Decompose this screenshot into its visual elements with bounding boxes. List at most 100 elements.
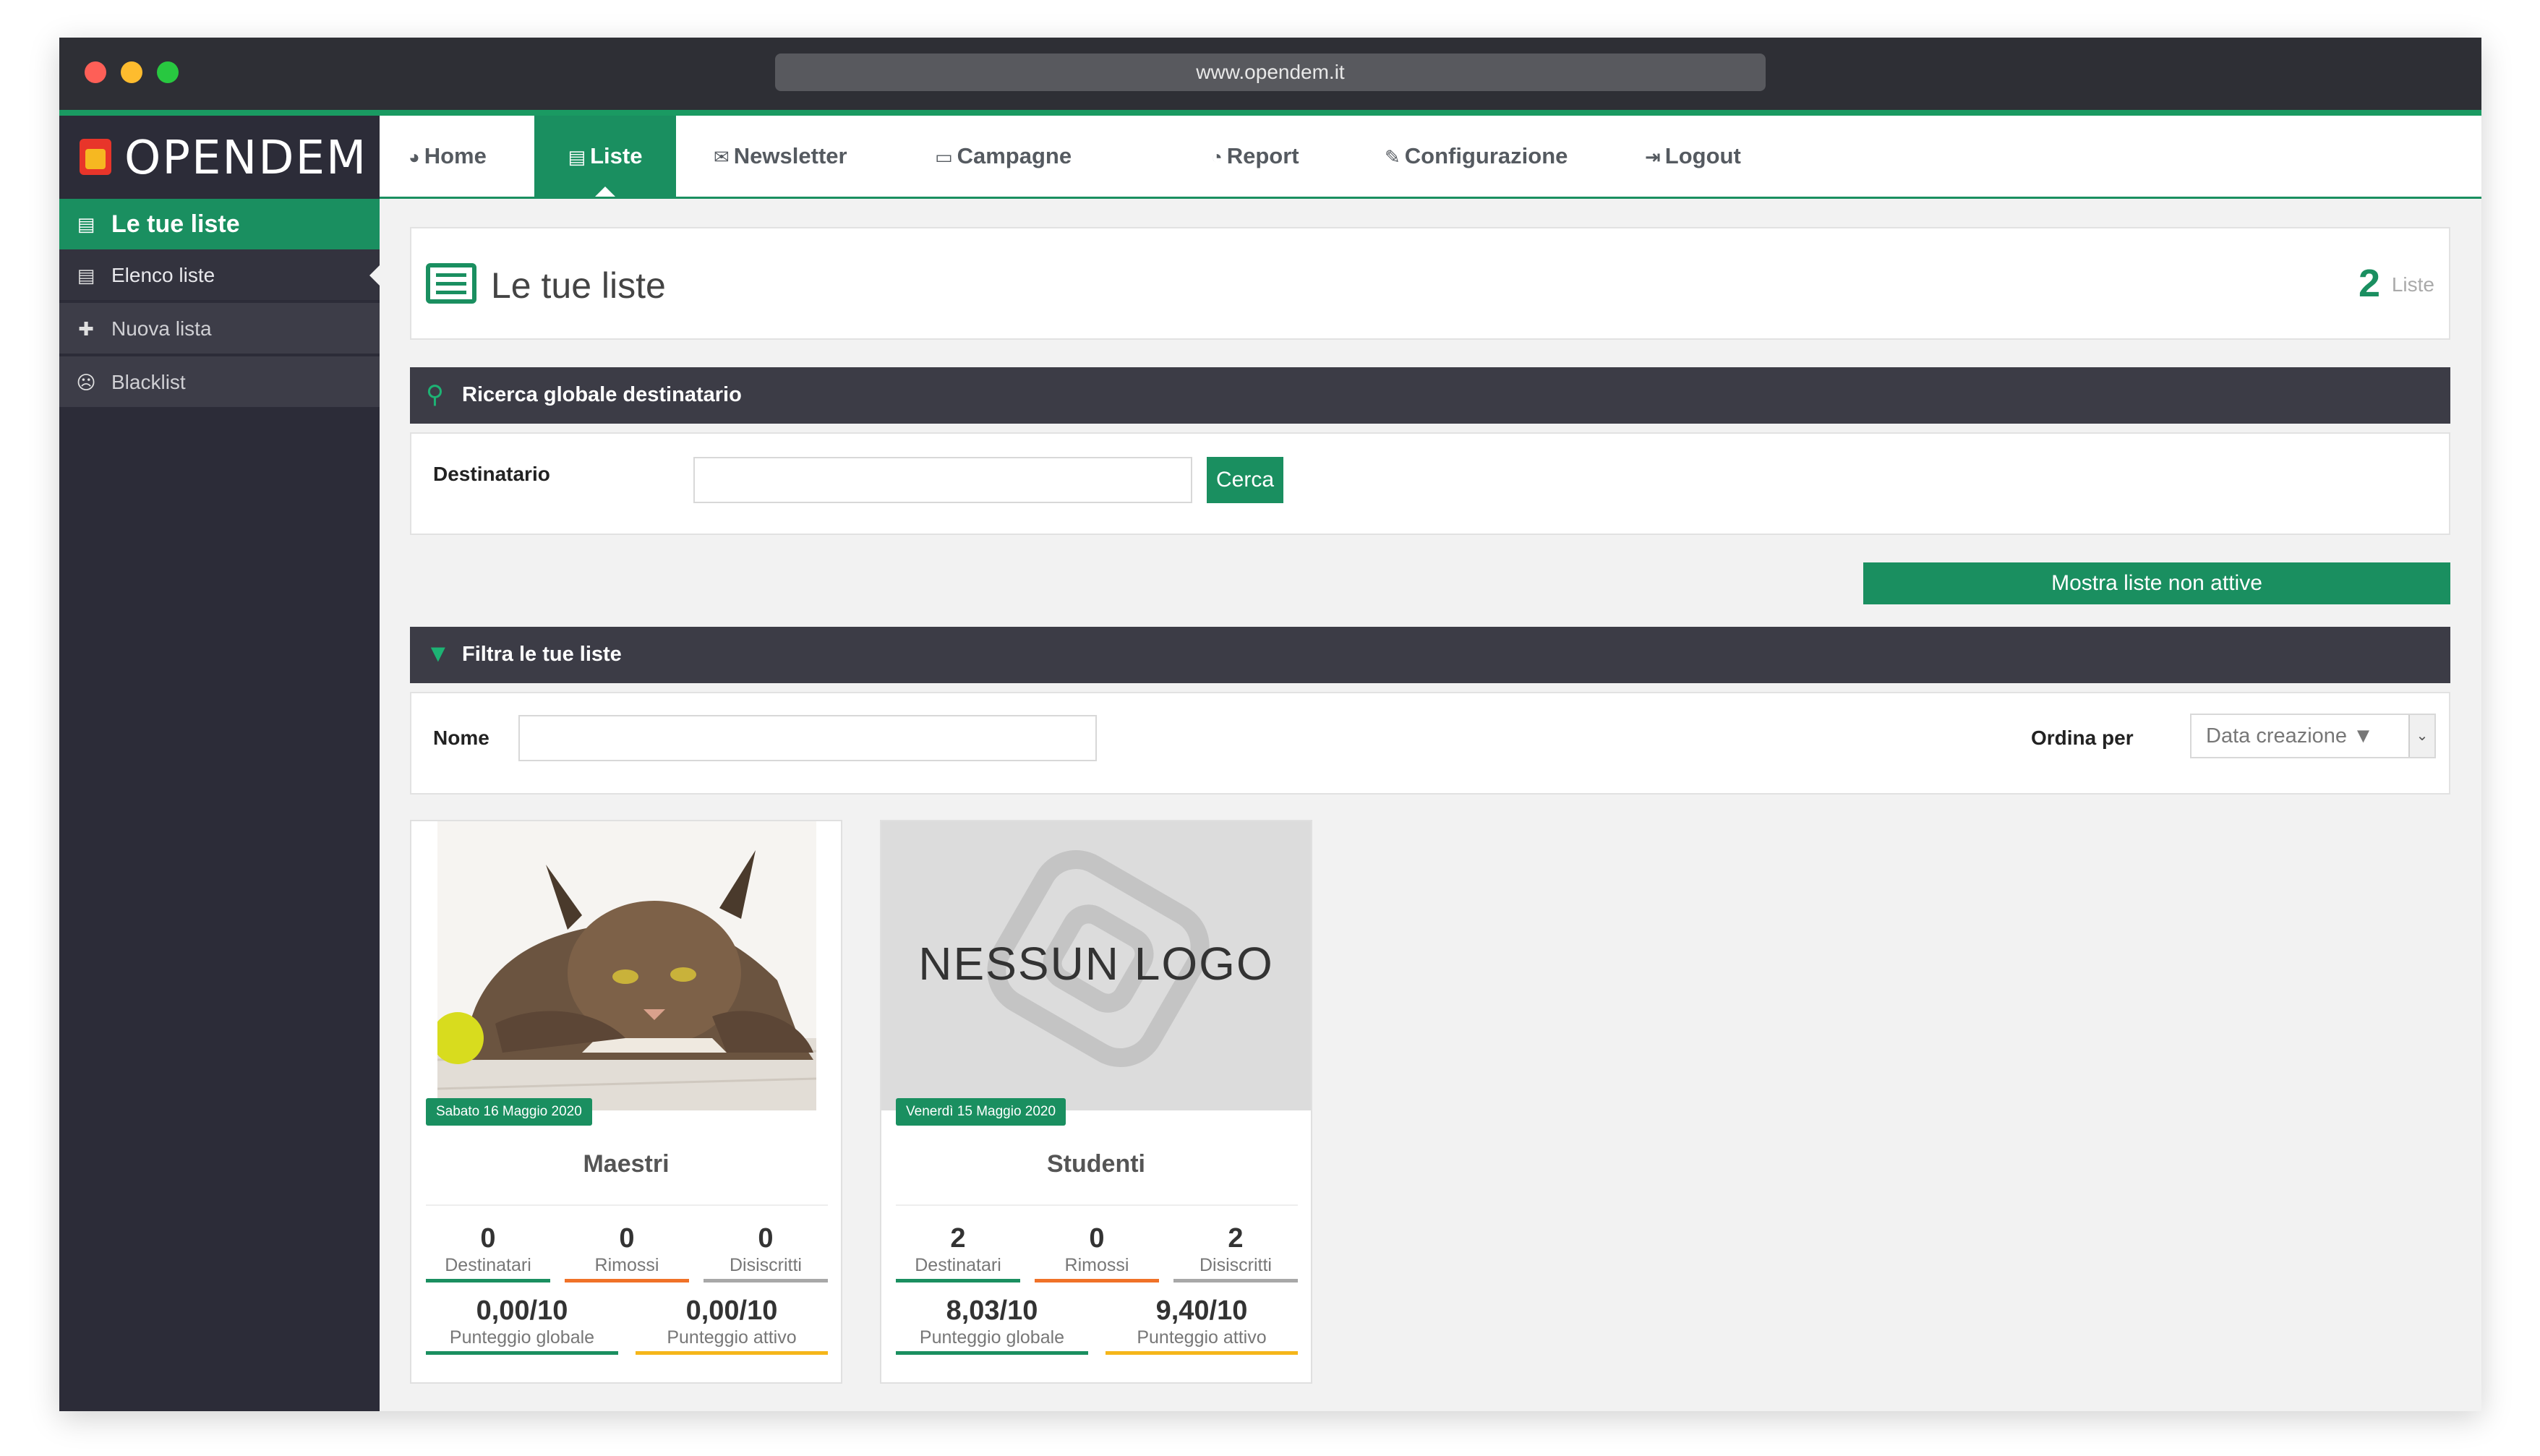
nav-newsletter[interactable]: ✉ Newsletter	[714, 116, 847, 197]
maximize-window-button[interactable]	[157, 61, 179, 83]
search-section-header: ⚲ Ricerca globale destinatario	[410, 367, 2450, 424]
stat-label: Disiscritti	[730, 1255, 802, 1275]
score-underline	[1106, 1351, 1298, 1355]
stat-value: 0	[1089, 1223, 1105, 1254]
score-value: 0,00/10	[476, 1296, 568, 1326]
score-globale: 0,00/10 Punteggio globale	[426, 1295, 618, 1355]
nome-input[interactable]	[518, 715, 1097, 761]
score-underline	[636, 1351, 828, 1355]
dashboard-icon: ◕	[409, 146, 420, 168]
envelope-icon: ✉	[714, 146, 730, 168]
score-globale: 8,03/10 Punteggio globale	[896, 1295, 1088, 1355]
destinatario-input[interactable]	[693, 457, 1192, 503]
pie-chart-icon: ◔	[1211, 146, 1223, 168]
list-name[interactable]: Studenti	[881, 1150, 1311, 1178]
nav-campagne-label: Campagne	[957, 143, 1072, 168]
page-title: Le tue liste	[491, 265, 666, 306]
address-bar[interactable]: www.opendem.it	[775, 53, 1766, 91]
sign-out-icon: ⇥	[1645, 146, 1661, 168]
nav-campagne[interactable]: ▭ Campagne	[935, 116, 1072, 197]
stat-destinatari: 0 Destinatari	[426, 1222, 550, 1282]
list-date-badge: Venerdì 15 Maggio 2020	[896, 1098, 1066, 1126]
filter-icon: ▼	[426, 640, 450, 667]
folder-icon: ▭	[935, 146, 953, 168]
stat-value: 0	[480, 1223, 496, 1254]
stat-destinatari: 2 Destinatari	[896, 1222, 1020, 1282]
search-section-title: Ricerca globale destinatario	[462, 383, 742, 406]
score-attivo: 9,40/10 Punteggio attivo	[1106, 1295, 1298, 1355]
list-icon	[426, 263, 476, 304]
title-bar: www.opendem.it	[59, 38, 2481, 110]
sidebar-header-label: Le tue liste	[111, 210, 240, 238]
stat-label: Rimossi	[594, 1255, 659, 1275]
stat-underline	[565, 1279, 689, 1282]
stat-label: Destinatari	[915, 1255, 1001, 1275]
browser-window: www.opendem.it OPENDEM ◕ Home ▤ Liste ✉ New…	[59, 38, 2481, 1411]
stat-rimossi: 0 Rimossi	[565, 1222, 689, 1282]
close-window-button[interactable]	[85, 61, 106, 83]
destinatario-label: Destinatario	[433, 463, 550, 485]
nome-label: Nome	[433, 727, 489, 749]
sidebar-item-blacklist[interactable]: ☹ Blacklist	[59, 356, 380, 408]
stat-rimossi: 0 Rimossi	[1035, 1222, 1159, 1282]
list-card[interactable]: Sabato 16 Maggio 2020 Maestri 0 Destinat…	[410, 820, 842, 1384]
list-count-label: Liste	[2391, 273, 2434, 296]
list-date-badge: Sabato 16 Maggio 2020	[426, 1098, 592, 1126]
sidebar-item-label: Blacklist	[111, 371, 186, 393]
logo-text: OPENDEM	[124, 132, 368, 185]
filter-section-header: ▼ Filtra le tue liste	[410, 627, 2450, 683]
opendem-logo[interactable]: OPENDEM	[59, 116, 380, 199]
plus-icon: ✚	[78, 318, 94, 340]
list-name[interactable]: Maestri	[411, 1150, 841, 1178]
stat-label: Disiscritti	[1200, 1255, 1272, 1275]
sidebar-item-nuova-lista[interactable]: ✚ Nuova lista	[59, 303, 380, 355]
nav-configurazione-label: Configurazione	[1404, 143, 1568, 168]
nav-report[interactable]: ◔ Report	[1211, 116, 1299, 197]
score-label: Punteggio attivo	[1137, 1327, 1267, 1348]
score-value: 8,03/10	[946, 1296, 1038, 1326]
stat-value: 2	[950, 1223, 966, 1254]
nav-liste[interactable]: ▤ Liste	[534, 116, 676, 197]
filter-section-title: Filtra le tue liste	[462, 643, 622, 666]
nav-home-label: Home	[424, 143, 487, 168]
search-icon: ⚲	[426, 381, 444, 408]
score-underline	[896, 1351, 1088, 1355]
nav-logout[interactable]: ⇥ Logout	[1645, 116, 1741, 197]
sidebar-header[interactable]: ▤ Le tue liste	[59, 199, 380, 249]
search-panel: Destinatario Cerca	[410, 432, 2450, 535]
stat-underline	[896, 1279, 1020, 1282]
order-by-value: Data creazione ▼	[2206, 724, 2374, 748]
sidebar: ▤ Le tue liste ▤ Elenco liste ✚ Nuova li…	[59, 199, 380, 1411]
page-header: Le tue liste 2 Liste	[410, 227, 2450, 340]
score-attivo: 0,00/10 Punteggio attivo	[636, 1295, 828, 1355]
accent-line	[59, 110, 2481, 116]
stat-underline	[1035, 1279, 1159, 1282]
minimize-window-button[interactable]	[121, 61, 142, 83]
no-logo-placeholder: NESSUN LOGO	[881, 821, 1311, 1110]
nav-home[interactable]: ◕ Home	[409, 116, 487, 197]
stat-disiscritti: 0 Disiscritti	[704, 1222, 828, 1282]
no-logo-text: NESSUN LOGO	[918, 938, 1274, 990]
sidebar-item-elenco-liste[interactable]: ▤ Elenco liste	[59, 249, 380, 301]
show-inactive-lists-button[interactable]: Mostra liste non attive	[1863, 562, 2450, 604]
stat-value: 2	[1228, 1223, 1244, 1254]
cerca-button[interactable]: Cerca	[1207, 457, 1283, 503]
stat-label: Destinatari	[445, 1255, 531, 1275]
top-navigation: ◕ Home ▤ Liste ✉ Newsletter ▭ Campagne ◔ Repo…	[380, 116, 2481, 199]
list-card[interactable]: NESSUN LOGO Venerdì 15 Maggio 2020 Stude…	[880, 820, 1312, 1384]
nav-report-label: Report	[1226, 143, 1299, 168]
filter-panel: Nome Ordina per	[410, 692, 2450, 795]
stat-underline	[704, 1279, 828, 1282]
list-count: 2	[2358, 262, 2380, 305]
nav-configurazione[interactable]: ✎ Configurazione	[1385, 116, 1568, 197]
score-label: Punteggio globale	[919, 1327, 1065, 1348]
nav-newsletter-label: Newsletter	[733, 143, 847, 168]
score-value: 9,40/10	[1155, 1296, 1248, 1326]
score-label: Punteggio attivo	[667, 1327, 797, 1348]
sidebar-item-label: Nuova lista	[111, 317, 212, 340]
stat-value: 0	[619, 1223, 635, 1254]
nav-liste-label: Liste	[590, 143, 643, 168]
score-value: 0,00/10	[685, 1296, 778, 1326]
order-by-select[interactable]: Data creazione ▼ ⌄	[2190, 714, 2436, 758]
list-icon: ▤	[77, 265, 95, 286]
